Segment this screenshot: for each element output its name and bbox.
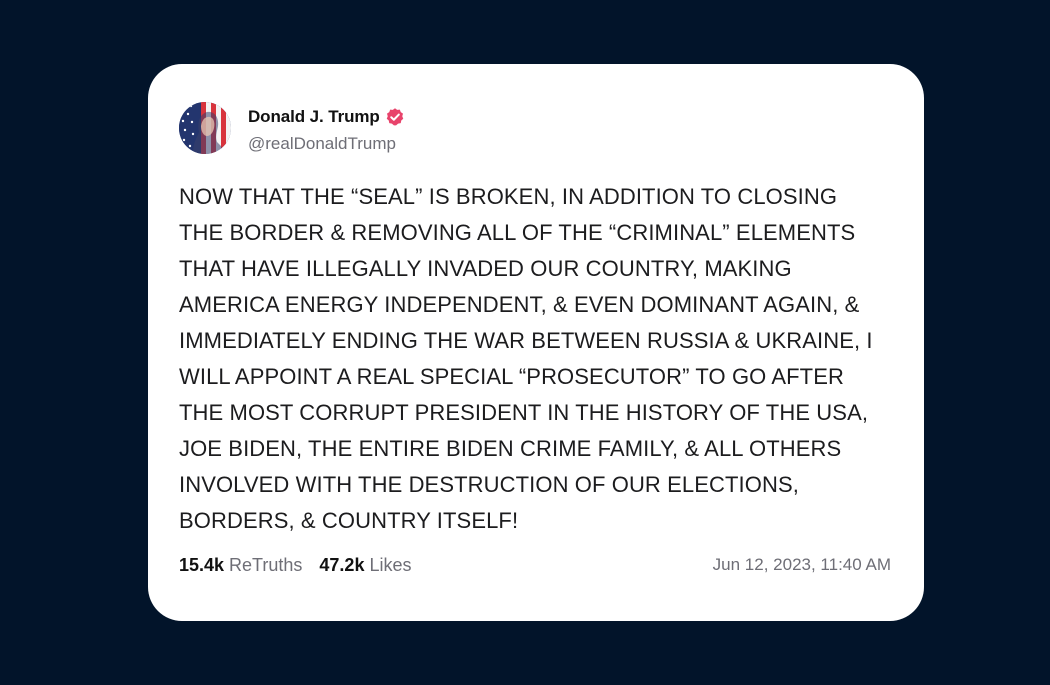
post-stats: 15.4k ReTruths 47.2k Likes xyxy=(179,552,428,578)
author-handle[interactable]: @realDonaldTrump xyxy=(248,134,396,154)
likes-count: 47.2k xyxy=(319,554,365,575)
retruths-label: ReTruths xyxy=(229,554,303,575)
retruths-stat[interactable]: 15.4k ReTruths xyxy=(179,555,302,576)
verified-badge-icon xyxy=(385,107,405,127)
author-name-row: Donald J. Trump xyxy=(248,106,405,128)
likes-label: Likes xyxy=(369,554,412,575)
post-timestamp[interactable]: Jun 12, 2023, 11:40 AM xyxy=(713,552,891,578)
avatar[interactable] xyxy=(179,102,231,154)
post-card: Donald J. Trump @realDonaldTrump NOW THA… xyxy=(148,64,924,621)
author-display-name[interactable]: Donald J. Trump xyxy=(248,107,380,127)
retruths-count: 15.4k xyxy=(179,554,225,575)
post-text: NOW THAT THE “SEAL” IS BROKEN, IN ADDITI… xyxy=(179,184,873,533)
avatar-image xyxy=(179,102,231,154)
likes-stat[interactable]: 47.2k Likes xyxy=(319,555,411,576)
